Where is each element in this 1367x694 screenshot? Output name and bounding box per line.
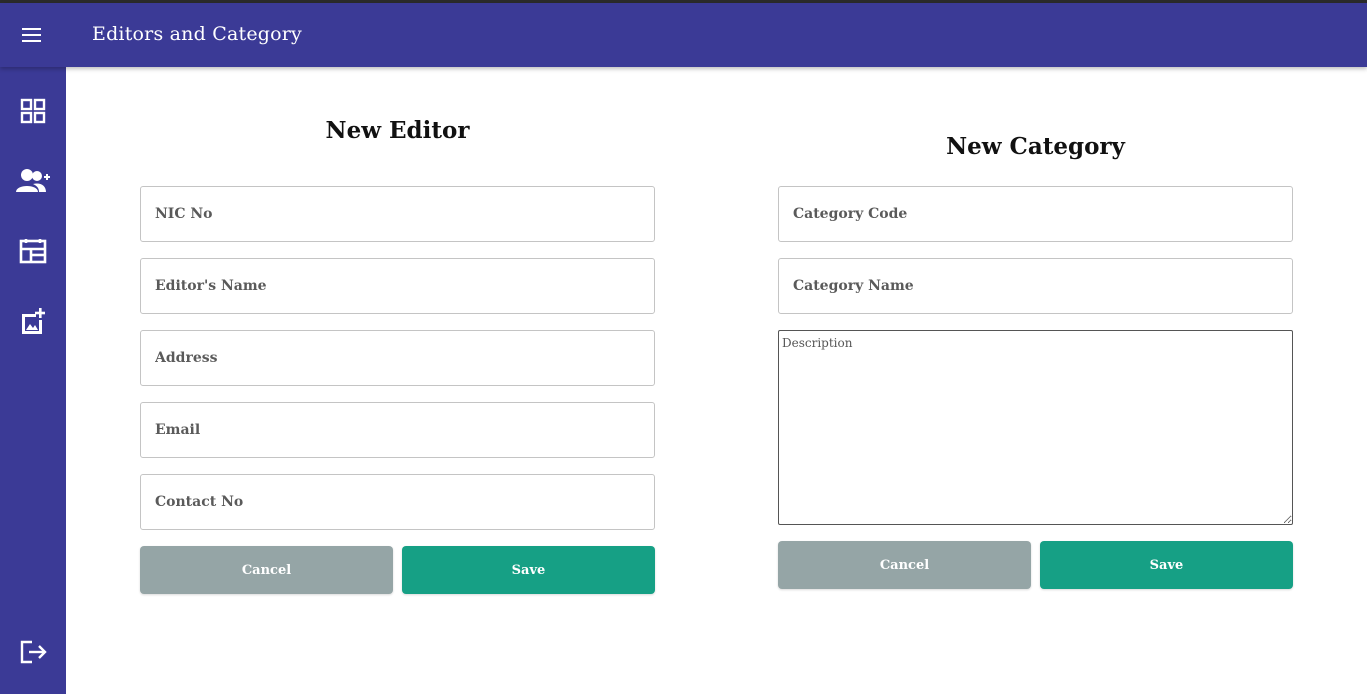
editor-save-button[interactable]: Save — [402, 546, 655, 594]
category-cancel-button[interactable]: Cancel — [778, 541, 1031, 589]
app-bar: Editors and Category — [0, 3, 1367, 67]
address-input[interactable] — [140, 330, 655, 386]
editor-name-input[interactable] — [140, 258, 655, 314]
page-title: Editors and Category — [92, 23, 302, 45]
menu-icon[interactable] — [20, 25, 44, 45]
editor-cancel-button[interactable]: Cancel — [140, 546, 393, 594]
nic-no-input[interactable] — [140, 186, 655, 242]
sidebar — [0, 67, 66, 694]
contact-no-input[interactable] — [140, 474, 655, 530]
dashboard-icon[interactable] — [15, 93, 51, 129]
category-name-input[interactable] — [778, 258, 1293, 314]
logout-icon[interactable] — [15, 634, 51, 670]
add-image-icon[interactable] — [15, 303, 51, 339]
new-editor-title: New Editor — [325, 117, 470, 144]
add-user-icon[interactable] — [15, 163, 51, 199]
email-input[interactable] — [140, 402, 655, 458]
new-category-title: New Category — [946, 133, 1125, 160]
calendar-table-icon[interactable] — [15, 233, 51, 269]
description-textarea[interactable] — [778, 330, 1293, 525]
category-code-input[interactable] — [778, 186, 1293, 242]
category-save-button[interactable]: Save — [1040, 541, 1293, 589]
